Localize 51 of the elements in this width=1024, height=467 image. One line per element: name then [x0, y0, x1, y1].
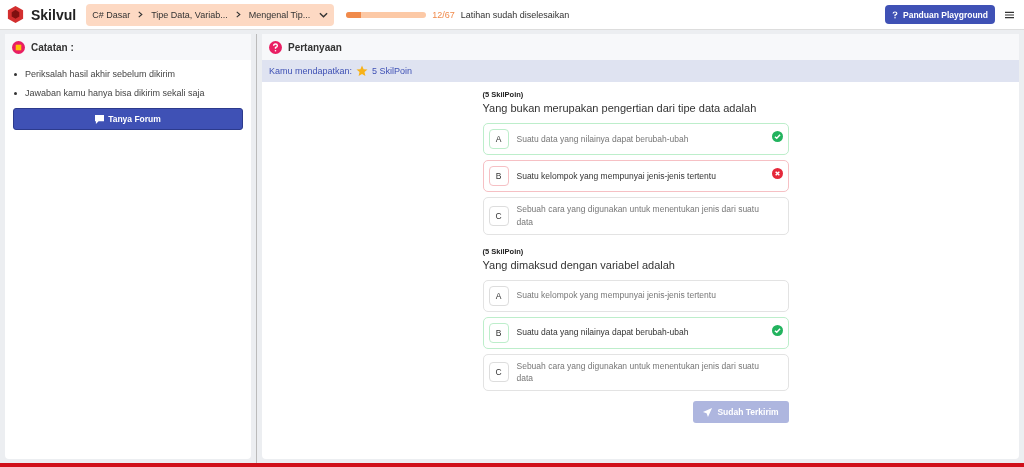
- option-letter: C: [488, 205, 509, 226]
- question-icon: [269, 40, 282, 54]
- cross-icon: [771, 168, 783, 179]
- bullet-icon: [14, 72, 17, 76]
- option-letter: B: [488, 322, 509, 343]
- option-letter: C: [488, 362, 509, 383]
- earned-points: 5 SkilPoin: [372, 66, 413, 76]
- answer-option[interactable]: C Sebuah cara yang digunakan untuk menentukan jenis dari suatu data: [482, 197, 789, 235]
- option-letter: A: [488, 285, 509, 306]
- panel-title: Catatan :: [31, 41, 74, 53]
- answer-option[interactable]: A Suatu data yang nilainya dapat berubah-ubah: [482, 123, 789, 155]
- chevron-icon: [137, 11, 145, 18]
- check-icon: [771, 131, 783, 142]
- breadcrumb-item[interactable]: Tipe Data, Variab...: [151, 9, 228, 20]
- bullet-icon: [14, 91, 17, 95]
- brand-name: Skilvul: [31, 6, 77, 23]
- check-icon: [771, 324, 783, 336]
- breadcrumb-item[interactable]: C# Dasar: [92, 9, 131, 20]
- send-icon: [702, 406, 714, 418]
- note-item: Periksalah hasil akhir sebelum dikirim: [25, 68, 176, 80]
- option-text: Suatu kelompok yang mempunyai jenis-jenis tertentu: [516, 169, 717, 183]
- option-letter: A: [488, 129, 509, 149]
- option-text: Suatu data yang nilainya dapat berubah-ubah: [516, 326, 690, 339]
- answer-option[interactable]: C Sebuah cara yang digunakan untuk menentukan jenis dari suatu data: [482, 353, 789, 391]
- guide-button[interactable]: Panduan Playground: [885, 5, 995, 24]
- option-text: Sebuah cara yang digunakan untuk menentukan jenis dari suatu data: [516, 203, 760, 229]
- star-icon: [356, 65, 369, 77]
- progress-count: 12/67: [432, 9, 455, 20]
- breadcrumb-bar[interactable]: C# Dasar Tipe Data, Variab... Mengenal Tip...: [86, 3, 335, 26]
- option-text: Sebuah cara yang digunakan untuk menentukan jenis dari suatu data: [516, 359, 760, 385]
- note-icon: [12, 40, 25, 54]
- option-text: Suatu data yang nilainya dapat berubah-ubah: [516, 132, 690, 146]
- option-letter: B: [488, 166, 509, 186]
- logo-icon: [6, 5, 25, 24]
- breadcrumb-item[interactable]: Mengenal Tip...: [248, 9, 311, 20]
- progress-label: Latihan sudah diselesaikan: [460, 9, 570, 20]
- question-text: Yang dimaksud dengan variabel adalah: [482, 258, 676, 271]
- chevron-icon: [234, 11, 242, 18]
- question-text: Yang bukan merupakan pengertian dari tipe data adalah: [482, 102, 758, 114]
- option-text: Suatu kelompok yang mempunyai jenis-jenis tertentu: [516, 289, 717, 302]
- note-item: Jawaban kamu hanya bisa dikirim sekali saja: [25, 87, 205, 99]
- panel-title: Pertanyaan: [288, 41, 342, 53]
- forum-button[interactable]: Tanya Forum: [13, 108, 243, 130]
- answer-option[interactable]: A Suatu kelompok yang mempunyai jenis-jenis tertentu: [482, 279, 789, 312]
- earned-label: Kamu mendapatkan:: [269, 66, 353, 76]
- menu-icon[interactable]: [1005, 10, 1014, 19]
- caret-icon: [319, 11, 329, 18]
- answer-option[interactable]: B Suatu data yang nilainya dapat berubah-ubah: [482, 316, 789, 349]
- answer-option[interactable]: B Suatu kelompok yang mempunyai jenis-jenis tertentu: [482, 160, 789, 192]
- help-icon: [892, 10, 898, 19]
- chat-icon: [95, 114, 105, 124]
